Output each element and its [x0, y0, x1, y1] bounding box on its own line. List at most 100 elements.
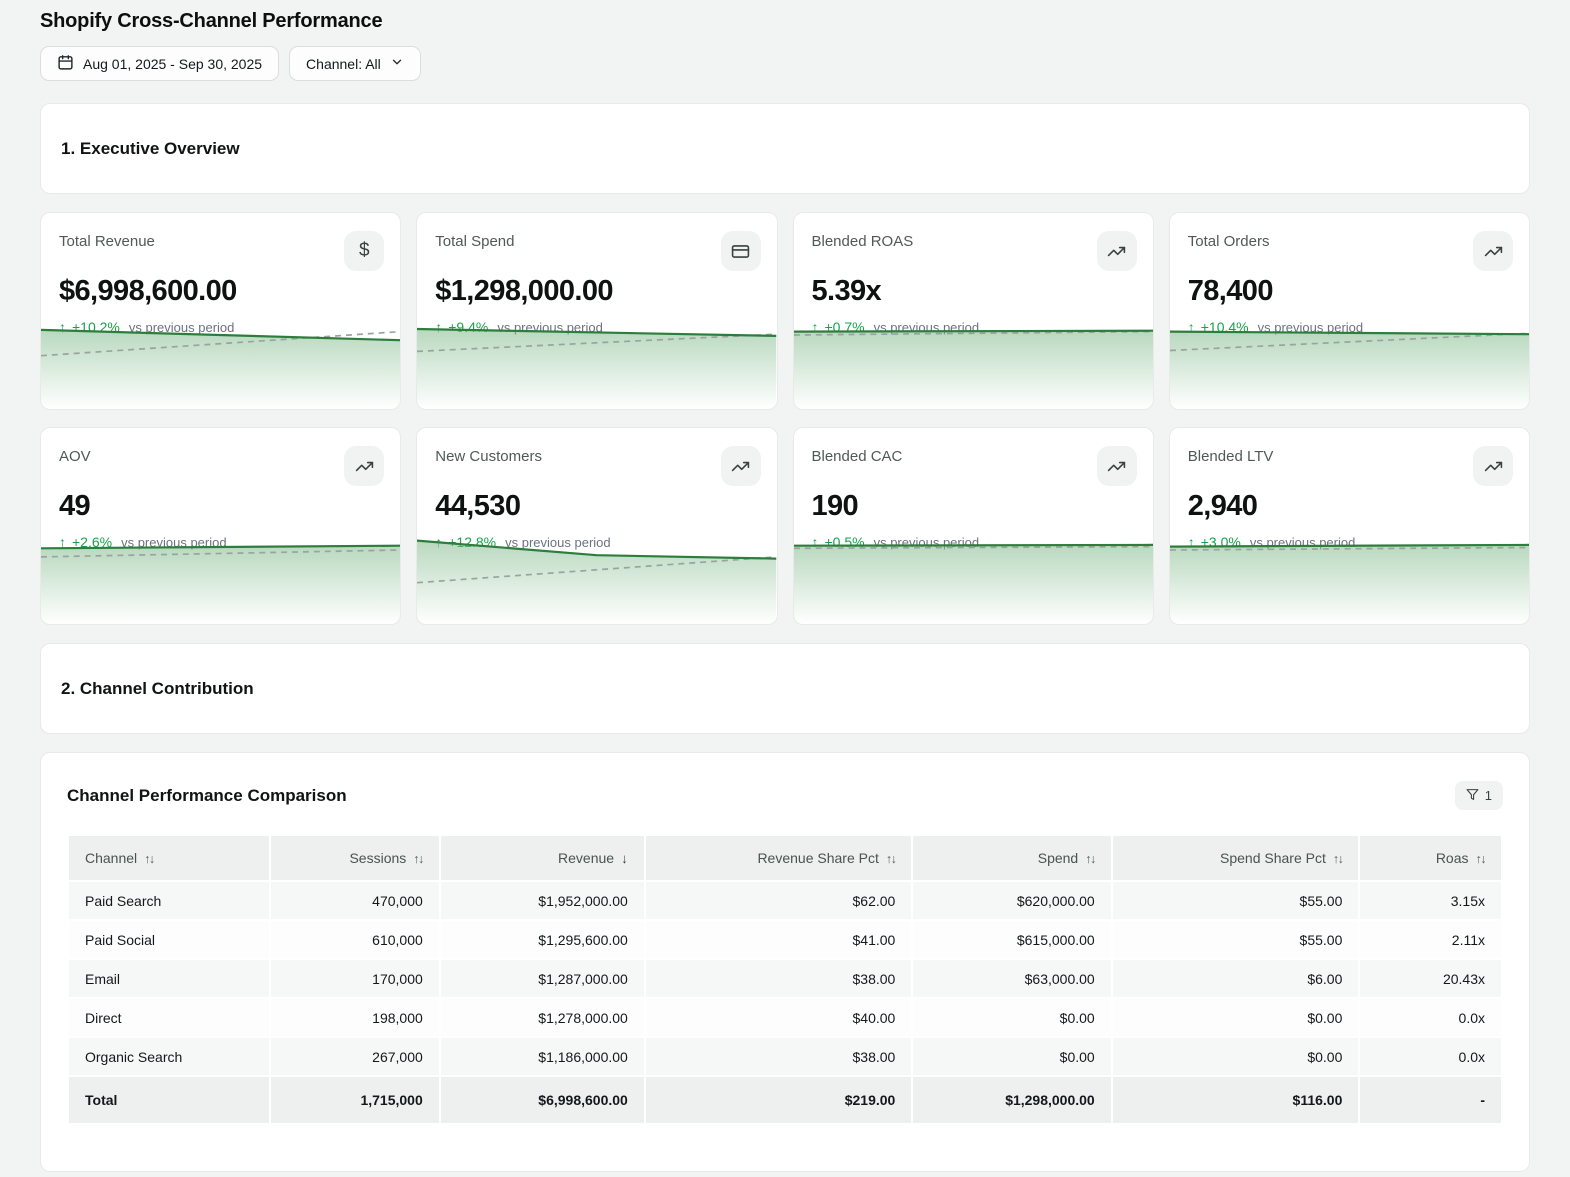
col-header-channel[interactable]: Channel ↑↓	[69, 836, 270, 880]
kpi-label: Total Spend	[435, 233, 515, 250]
trending-up-icon	[1096, 446, 1137, 486]
cell-revenue-share: $62.00	[645, 882, 912, 919]
cell-spend: $620,000.00	[913, 882, 1111, 919]
cell-revenue-share: $38.00	[645, 1038, 912, 1075]
trending-up-icon	[720, 446, 761, 486]
channel-filter-button[interactable]: Channel: All	[289, 46, 421, 81]
toolbar: Aug 01, 2025 - Sep 30, 2025 Channel: All	[40, 46, 1530, 81]
cell-revenue: $1,287,000.00	[440, 960, 644, 997]
kpi-card-blended-cac: Blended CAC 190 ↑ +0.5% vs previous period	[792, 427, 1154, 625]
table-row: Direct 198,000 $1,278,000.00 $40.00 $0.0…	[69, 999, 1501, 1036]
table-row: Email 170,000 $1,287,000.00 $38.00 $63,0…	[69, 960, 1501, 997]
kpi-sparkline	[41, 323, 401, 409]
table-header-row: Channel ↑↓ Sessions ↑↓ Revenue ↓ Revenue Sh…	[69, 836, 1501, 880]
kpi-label: Total Orders	[1187, 233, 1270, 250]
date-range-button[interactable]: Aug 01, 2025 - Sep 30, 2025	[40, 46, 280, 81]
cell-revenue: $1,295,600.00	[440, 921, 644, 958]
sort-icon: ↑↓	[144, 852, 155, 866]
filter-count: 1	[1484, 788, 1492, 803]
section-header-channel-contribution: 2. Channel Contribution	[40, 643, 1530, 734]
col-header-revenue-share-pct[interactable]: Revenue Share Pct ↑↓	[645, 836, 912, 880]
kpi-value: 2,940	[1187, 490, 1258, 522]
cell-spend-share: $55.00	[1112, 882, 1359, 919]
calendar-icon	[57, 54, 74, 74]
filter-button[interactable]: 1	[1454, 781, 1503, 810]
credit-card-icon	[720, 231, 761, 271]
sort-desc-icon: ↓	[621, 851, 628, 866]
cell-revenue-share: $38.00	[645, 960, 912, 997]
sort-icon: ↑↓	[885, 852, 897, 866]
section-header-executive-overview: 1. Executive Overview	[40, 103, 1530, 194]
cell-spend-share: $0.00	[1112, 999, 1359, 1036]
kpi-label: Blended LTV	[1187, 448, 1274, 465]
kpi-sparkline	[793, 323, 1153, 409]
cell-revenue: $1,952,000.00	[440, 882, 644, 919]
cell-spend-share: $6.00	[1112, 960, 1359, 997]
kpi-sparkline	[793, 538, 1153, 624]
kpi-label: Blended ROAS	[811, 233, 914, 250]
table-title: Channel Performance Comparison	[67, 785, 347, 805]
table-total-row: Total 1,715,000 $6,998,600.00 $219.00 $1…	[69, 1077, 1501, 1123]
dollar-icon: $	[344, 231, 385, 271]
cell-sessions: 470,000	[271, 882, 439, 919]
sort-icon: ↑↓	[1475, 852, 1487, 866]
cell-spend: $63,000.00	[913, 960, 1111, 997]
cell-total-spend-share: $116.00	[1112, 1077, 1359, 1123]
cell-spend-share: $0.00	[1112, 1038, 1359, 1075]
kpi-sparkline	[1169, 323, 1529, 409]
cell-spend: $615,000.00	[913, 921, 1111, 958]
kpi-label: AOV	[59, 448, 91, 465]
cell-channel: Paid Social	[69, 921, 270, 958]
kpi-value: 44,530	[435, 490, 521, 522]
cell-total-roas: -	[1360, 1077, 1501, 1123]
date-range-label: Aug 01, 2025 - Sep 30, 2025	[83, 55, 263, 72]
sort-icon: ↑↓	[1332, 852, 1344, 866]
kpi-sparkline	[417, 323, 777, 409]
channel-performance-card: Channel Performance Comparison 1 Channel…	[40, 752, 1530, 1172]
cell-revenue: $1,186,000.00	[440, 1038, 644, 1075]
kpi-value: 49	[59, 490, 91, 522]
cell-roas: 20.43x	[1360, 960, 1501, 997]
cell-sessions: 170,000	[271, 960, 439, 997]
col-header-revenue[interactable]: Revenue ↓	[440, 836, 644, 880]
cell-channel: Email	[69, 960, 270, 997]
trending-up-icon	[1473, 231, 1513, 271]
table-row: Paid Search 470,000 $1,952,000.00 $62.00…	[69, 882, 1501, 919]
table-row: Organic Search 267,000 $1,186,000.00 $38…	[69, 1038, 1501, 1075]
kpi-sparkline	[417, 538, 777, 624]
cell-total-spend: $1,298,000.00	[913, 1077, 1111, 1123]
col-header-sessions[interactable]: Sessions ↑↓	[271, 836, 439, 880]
sort-icon: ↑↓	[413, 852, 424, 866]
cell-revenue-share: $40.00	[645, 999, 912, 1036]
cell-roas: 3.15x	[1360, 882, 1501, 919]
col-header-spend[interactable]: Spend ↑↓	[913, 836, 1111, 880]
col-header-spend-share-pct[interactable]: Spend Share Pct ↑↓	[1112, 836, 1359, 880]
cell-total-revenue-share: $219.00	[645, 1077, 912, 1123]
kpi-card-total-revenue: Total Revenue $ $6,998,600.00 ↑ +10.2% vs …	[40, 212, 402, 410]
cell-roas: 0.0x	[1360, 1038, 1501, 1075]
section-title: 1. Executive Overview	[61, 138, 240, 158]
kpi-value: 78,400	[1187, 275, 1274, 307]
sort-icon: ↑↓	[1085, 852, 1096, 866]
trending-up-icon	[1096, 231, 1137, 271]
cell-spend: $0.00	[913, 1038, 1111, 1075]
cell-roas: 0.0x	[1360, 999, 1501, 1036]
kpi-card-total-orders: Total Orders 78,400 ↑ +10.4% vs previous p…	[1168, 212, 1530, 410]
cell-roas: 2.11x	[1360, 921, 1501, 958]
cell-revenue-share: $41.00	[645, 921, 912, 958]
channel-filter-label: Channel: All	[306, 55, 381, 72]
page-title: Shopify Cross-Channel Performance	[40, 10, 383, 32]
cell-revenue: $1,278,000.00	[440, 999, 644, 1036]
kpi-sparkline	[41, 538, 401, 624]
kpi-sparkline	[1169, 538, 1529, 624]
col-header-roas[interactable]: Roas ↑↓	[1360, 836, 1501, 880]
cell-total-revenue: $6,998,600.00	[440, 1077, 644, 1123]
table-row: Paid Social 610,000 $1,295,600.00 $41.00…	[69, 921, 1501, 958]
kpi-label: New Customers	[435, 448, 542, 465]
cell-total-label: Total	[69, 1077, 270, 1123]
cell-channel: Paid Search	[69, 882, 270, 919]
cell-sessions: 267,000	[271, 1038, 439, 1075]
kpi-label: Blended CAC	[811, 448, 903, 465]
section-title: 2. Channel Contribution	[61, 678, 254, 698]
kpi-card-total-spend: Total Spend $1,298,000.00 ↑ +9.4% vs previ…	[416, 212, 778, 410]
